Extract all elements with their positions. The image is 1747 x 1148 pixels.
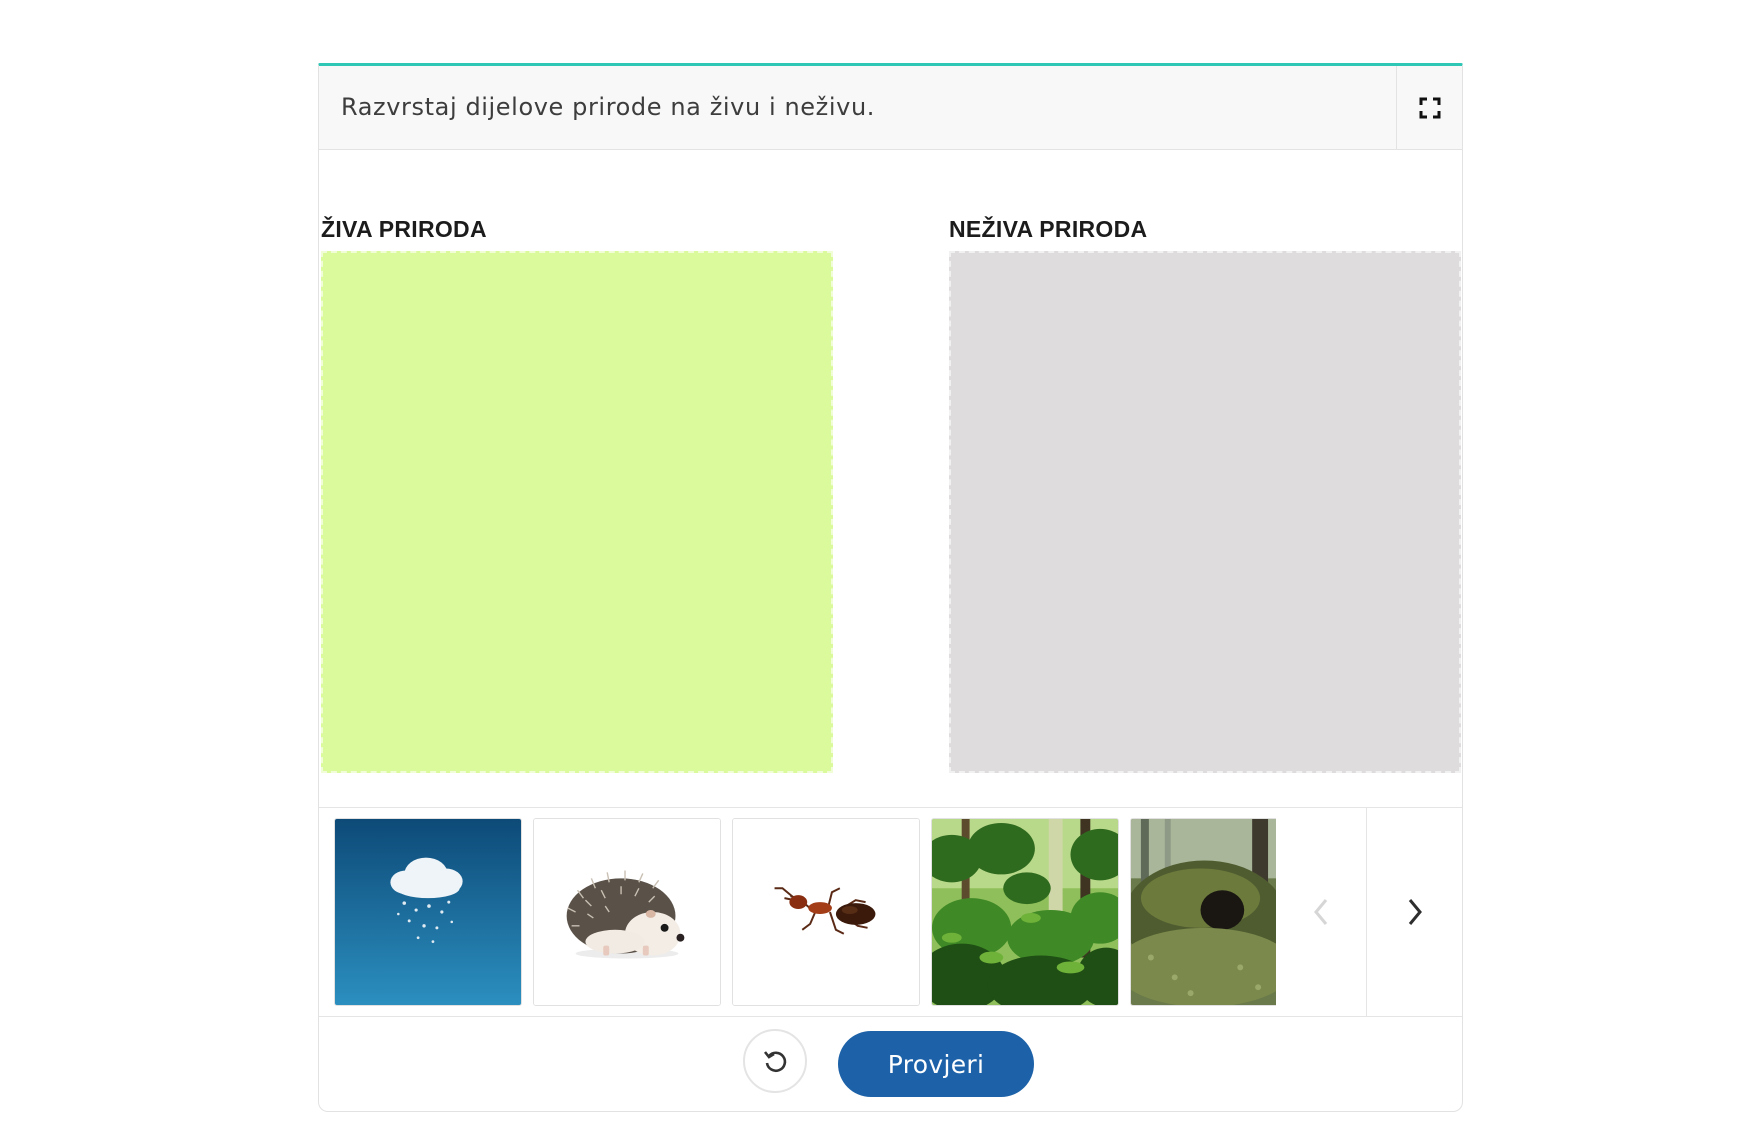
forest-image [932, 819, 1118, 1005]
expand-icon [1419, 97, 1440, 118]
cloud-snow-image [335, 819, 521, 1005]
chevron-left-icon [1314, 899, 1328, 925]
burrow-image [1131, 819, 1276, 1005]
zone-label-nonliving: NEŽIVA PRIRODA [949, 216, 1148, 242]
draggable-item-cloud[interactable] [334, 818, 522, 1006]
drop-zone-living[interactable] [321, 251, 833, 773]
chevron-right-icon [1408, 899, 1422, 925]
ant-image [733, 819, 919, 1005]
draggable-item-ant[interactable] [732, 818, 920, 1006]
check-button[interactable]: Provjeri [838, 1031, 1034, 1097]
task-header: Razvrstaj dijelove prirode na živu i než… [319, 66, 1462, 150]
drop-zone-nonliving[interactable] [949, 251, 1461, 773]
fullscreen-button[interactable] [1396, 66, 1462, 149]
carousel-next-button[interactable] [1366, 808, 1462, 1016]
carousel-prev-button[interactable] [1276, 808, 1366, 1016]
reset-button[interactable] [743, 1029, 807, 1093]
draggable-item-burrow[interactable] [1130, 818, 1276, 1006]
draggable-item-forest[interactable] [931, 818, 1119, 1006]
draggable-items-tray [319, 807, 1462, 1017]
zone-label-living: ŽIVA PRIRODA [321, 216, 487, 242]
task-instruction: Razvrstaj dijelove prirode na živu i než… [341, 93, 875, 121]
drag-drop-widget: Razvrstaj dijelove prirode na živu i než… [318, 63, 1463, 1112]
draggable-item-hedgehog[interactable] [533, 818, 721, 1006]
hedgehog-image [534, 819, 720, 1005]
reset-icon [763, 1051, 787, 1073]
